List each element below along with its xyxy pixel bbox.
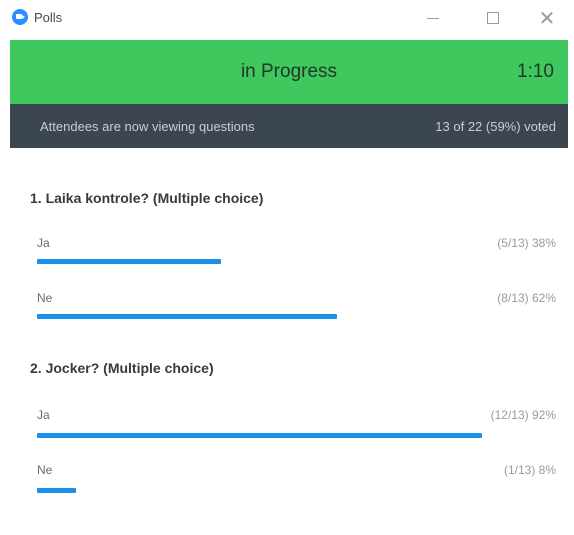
answer-bar-fill	[37, 259, 221, 264]
answer-result: (12/13) 92%	[490, 408, 556, 422]
attendee-status-text: Attendees are now viewing questions	[40, 118, 255, 134]
answer-bar	[37, 433, 521, 438]
answer-result: (8/13) 62%	[497, 291, 556, 305]
poll-timer: 1:10	[517, 61, 554, 82]
answer-result: (5/13) 38%	[497, 236, 556, 250]
minimize-button[interactable]	[418, 4, 448, 32]
answer-bar-fill	[37, 433, 483, 438]
answer-bar	[37, 488, 521, 493]
answer-bar-fill	[37, 314, 338, 319]
poll-info-bar: Attendees are now viewing questions 13 o…	[10, 104, 568, 148]
window-title: Polls	[34, 10, 63, 25]
maximize-button[interactable]	[478, 4, 508, 32]
answer-bar	[37, 314, 521, 319]
maximize-icon	[487, 12, 499, 24]
minimize-icon	[427, 17, 439, 19]
answer-result: (1/13) 8%	[503, 463, 556, 477]
zoom-app-icon	[12, 9, 28, 25]
answer-bar-fill	[37, 488, 76, 493]
answer-label: Ne	[37, 291, 53, 305]
title-bar: Polls ✕	[0, 0, 574, 38]
answer-label: Ja	[37, 408, 50, 422]
answer-label: Ne	[37, 463, 53, 477]
close-button[interactable]: ✕	[532, 4, 562, 32]
question-title: 2. Jocker? (Multiple choice)	[30, 360, 214, 376]
close-icon: ✕	[538, 7, 556, 30]
vote-count-text: 13 of 22 (59%) voted	[435, 118, 556, 134]
answer-bar	[37, 259, 521, 264]
poll-status-banner: in Progress 1:10	[10, 40, 568, 104]
answer-label: Ja	[37, 236, 50, 250]
question-title: 1. Laika kontrole? (Multiple choice)	[30, 190, 264, 206]
poll-status-text: in Progress	[240, 61, 338, 82]
